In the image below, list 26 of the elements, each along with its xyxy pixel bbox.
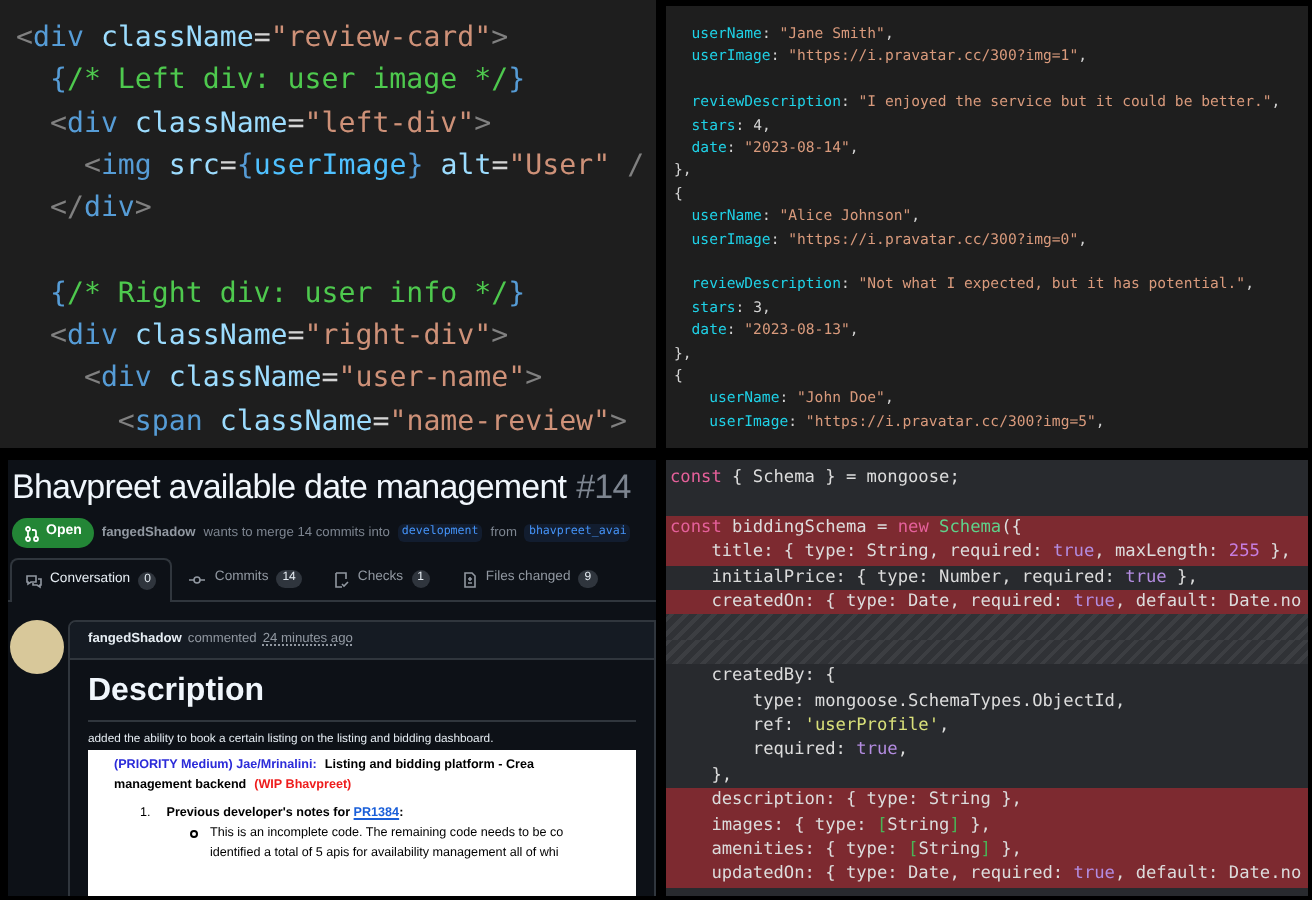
code-line: initialPrice: { type: Number, required: true }, <box>709 565 1200 591</box>
code-line: <span className="name-review"> <box>115 403 630 442</box>
avatar <box>10 620 64 674</box>
code-line: {/* Left div: user image */} <box>47 62 528 101</box>
code-line: type: mongoose.SchemaTypes.ObjectId, <box>750 689 1128 715</box>
commit-icon <box>188 571 207 587</box>
file-diff-icon <box>461 571 478 587</box>
speech-bubbles-icon <box>26 573 42 589</box>
code-line: <div className="review-card"> <box>16 20 511 58</box>
code-line: createdBy: { <box>709 664 838 690</box>
comment-heading: Description <box>88 668 636 722</box>
code-line: <div className="user-name"> <box>81 360 545 399</box>
code-line: {/* Right div: user info */} <box>47 275 528 314</box>
bullet-icon <box>190 830 198 838</box>
code-line: <div className="right-div"> <box>47 318 511 357</box>
pr-title: Bhavpreet available date management <box>12 466 567 510</box>
code-line: <img src={userImage} alt="User" / <box>81 147 647 186</box>
code-line: <div className="left-div"> <box>47 105 494 144</box>
pr-number: #14 <box>576 466 631 510</box>
code-line: const { Schema } = mongoose; <box>668 466 962 491</box>
code-line: </div> <box>47 190 154 229</box>
checklist-icon <box>333 571 350 587</box>
pull-request-icon <box>24 525 40 541</box>
code-line: required: true, <box>750 738 911 764</box>
code-line: }, <box>709 763 735 789</box>
code-line: ref: 'userProfile', <box>750 714 952 739</box>
